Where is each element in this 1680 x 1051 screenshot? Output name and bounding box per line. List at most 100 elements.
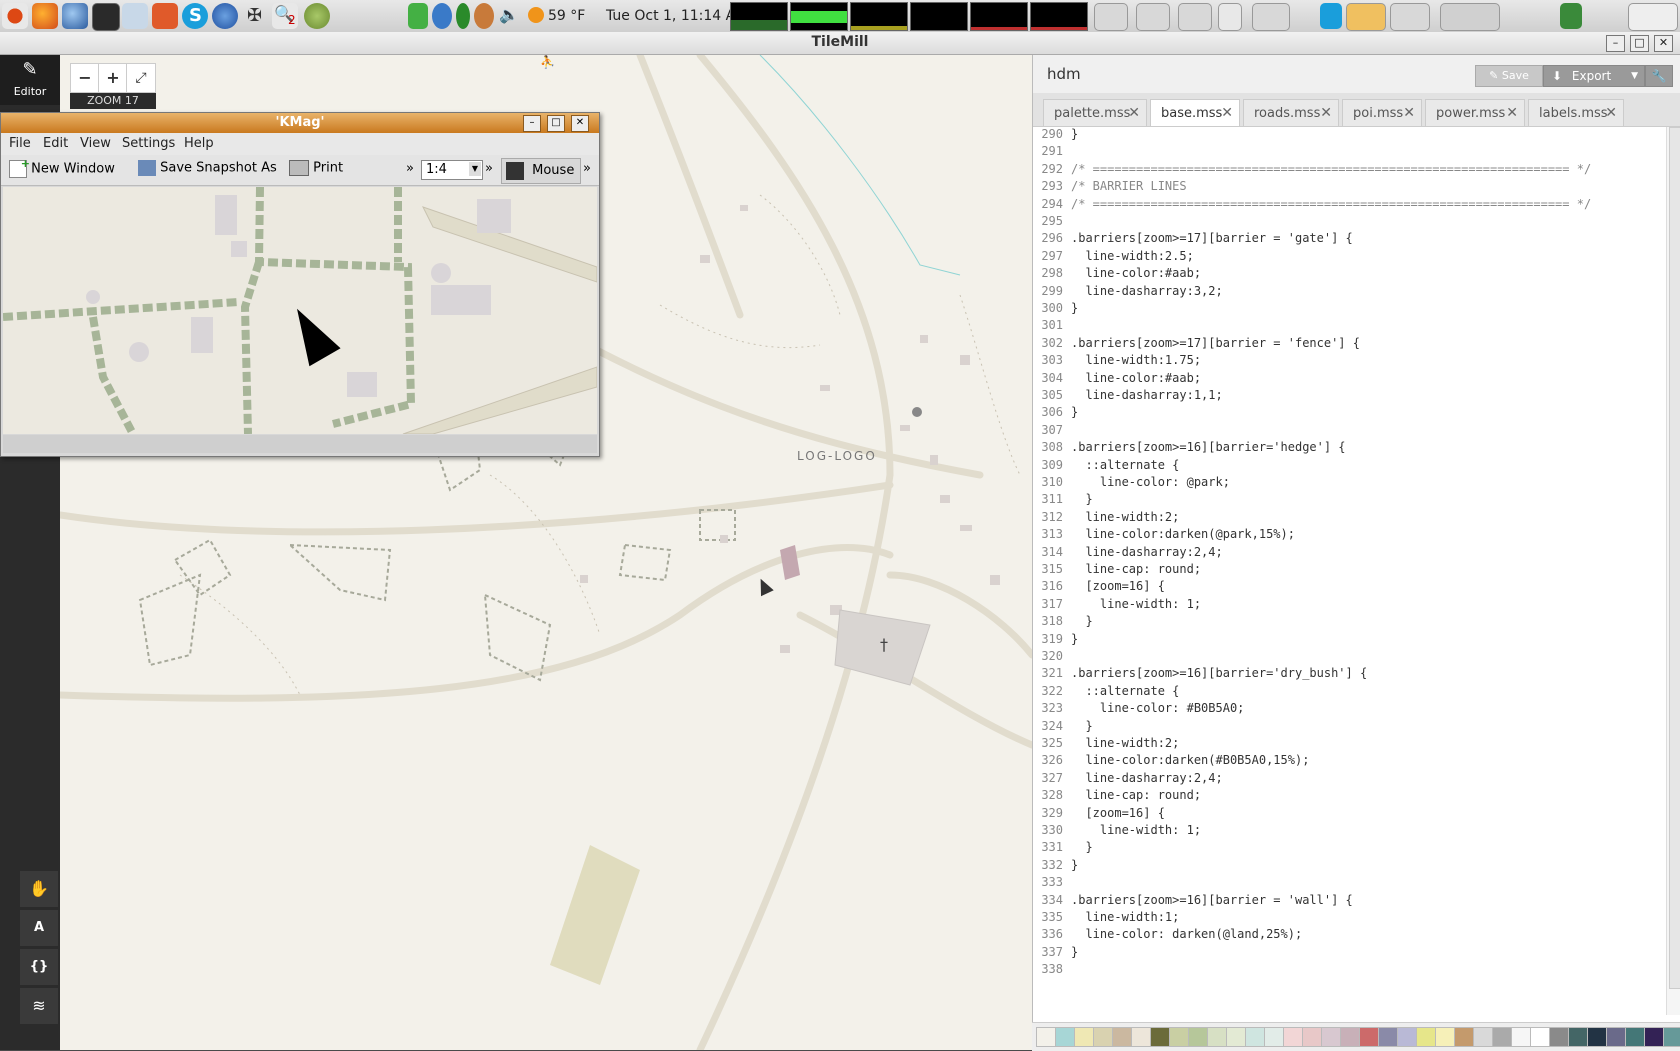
weather-text[interactable]: 59 °F <box>548 8 585 24</box>
color-swatch[interactable] <box>1435 1027 1455 1047</box>
clock-text[interactable]: Tue Oct 1, 11:14 AM <box>606 8 747 24</box>
settings-icon[interactable] <box>474 3 494 29</box>
color-swatch[interactable] <box>1093 1027 1113 1047</box>
code-line[interactable]: /* =====================================… <box>1071 162 1591 176</box>
swap-graph[interactable] <box>910 2 968 31</box>
color-swatch[interactable] <box>1074 1027 1094 1047</box>
wrench-button[interactable]: 🔧 <box>1645 65 1673 87</box>
window-thumb-icon[interactable] <box>1094 3 1128 31</box>
code-line[interactable]: } <box>1071 945 1078 959</box>
minimize-button[interactable]: – <box>1606 35 1625 52</box>
code-line[interactable]: [zoom=16] { <box>1071 579 1164 593</box>
code-line[interactable]: line-dasharray:3,2; <box>1071 284 1222 298</box>
tab-palette[interactable]: palette.mss ✕ <box>1043 99 1147 126</box>
code-line[interactable]: .barriers[zoom>=16][barrier='dry_bush'] … <box>1071 666 1367 680</box>
color-swatch[interactable] <box>1663 1027 1680 1047</box>
code-line[interactable]: .barriers[zoom>=16][barrier='hedge'] { <box>1071 440 1346 454</box>
terminal-icon[interactable] <box>92 3 120 31</box>
code-line[interactable]: line-color:#aab; <box>1071 371 1201 385</box>
mouse-mode-button[interactable]: Mouse <box>501 158 582 184</box>
scrollbar-thumb[interactable] <box>1669 127 1680 989</box>
color-swatch[interactable] <box>1492 1027 1512 1047</box>
color-swatch[interactable] <box>1264 1027 1284 1047</box>
firefox-window-icon[interactable] <box>1136 3 1170 31</box>
code-line[interactable]: ::alternate { <box>1071 458 1179 472</box>
code-line[interactable]: line-dasharray:1,1; <box>1071 388 1222 402</box>
color-swatch[interactable] <box>1321 1027 1341 1047</box>
tilemill-window-icon[interactable] <box>1252 3 1290 31</box>
zoom-out-button[interactable]: − <box>70 63 100 93</box>
zoom-select[interactable]: 1:4 ▼ <box>421 160 483 180</box>
load-graph[interactable] <box>970 2 1028 31</box>
toolbar-overflow-1[interactable]: » <box>406 161 414 176</box>
maximize-button[interactable]: □ <box>1630 35 1649 52</box>
code-line[interactable]: } <box>1071 719 1092 733</box>
fullscreen-button[interactable]: ⤢ <box>126 63 156 93</box>
code-line[interactable]: line-width:1; <box>1071 910 1179 924</box>
kmag-window[interactable]: 'KMag' – □ ✕ File Edit View Settings Hel… <box>0 112 600 457</box>
tor-icon[interactable] <box>304 3 330 29</box>
color-swatch[interactable] <box>1397 1027 1417 1047</box>
export-button[interactable]: ⬇ Export ▼ <box>1543 65 1645 87</box>
code-line[interactable]: } <box>1071 840 1092 854</box>
magnifier-icon[interactable]: 🔍 2 <box>272 3 298 29</box>
ubuntu-logo-icon[interactable] <box>2 3 28 29</box>
code-line[interactable]: line-color: @park; <box>1071 475 1230 489</box>
code-line[interactable]: .barriers[zoom>=17][barrier = 'fence'] { <box>1071 336 1360 350</box>
hand-tool-button[interactable]: ✋ <box>20 871 58 907</box>
color-swatch[interactable] <box>1150 1027 1170 1047</box>
vivaldi-icon[interactable] <box>152 3 178 29</box>
code-line[interactable]: line-width:2.5; <box>1071 249 1193 263</box>
color-swatch[interactable] <box>1378 1027 1398 1047</box>
tab-roads[interactable]: roads.mss ✕ <box>1243 99 1339 126</box>
code-line[interactable]: .barriers[zoom>=17][barrier = 'gate'] { <box>1071 231 1353 245</box>
kmag-maximize-button[interactable]: □ <box>547 115 565 132</box>
tab-poi[interactable]: poi.mss ✕ <box>1342 99 1422 126</box>
save-button[interactable]: ✎ Save <box>1475 65 1543 87</box>
browser-icon[interactable] <box>212 3 238 29</box>
close-tab-icon[interactable]: ✕ <box>1403 100 1415 127</box>
code-line[interactable]: line-color: darken(@land,25%); <box>1071 927 1302 941</box>
files-window-icon[interactable] <box>1346 3 1386 31</box>
color-swatch[interactable] <box>1131 1027 1151 1047</box>
code-line[interactable]: line-color:#aab; <box>1071 266 1201 280</box>
cpu-graph[interactable] <box>730 2 788 31</box>
color-swatch[interactable] <box>1169 1027 1189 1047</box>
color-swatch[interactable] <box>1549 1027 1569 1047</box>
workspace-icon[interactable] <box>1440 3 1500 31</box>
code-line[interactable]: /* =====================================… <box>1071 197 1591 211</box>
windmill-icon[interactable]: ✠ <box>242 3 268 29</box>
code-line[interactable]: } <box>1071 405 1078 419</box>
code-line[interactable]: line-color:darken(@park,15%); <box>1071 527 1295 541</box>
color-swatch[interactable] <box>1036 1027 1056 1047</box>
code-line[interactable]: .barriers[zoom>=16][barrier = 'wall'] { <box>1071 893 1353 907</box>
skype-window-icon[interactable] <box>1320 3 1342 29</box>
color-swatch[interactable] <box>1568 1027 1588 1047</box>
close-tab-icon[interactable]: ✕ <box>1221 100 1233 127</box>
color-swatch[interactable] <box>1302 1027 1322 1047</box>
print-button[interactable]: Print <box>289 160 343 180</box>
carto-tool-button[interactable]: {} <box>20 949 58 985</box>
disk-graph[interactable] <box>1030 2 1088 31</box>
desktop-switch-icon[interactable] <box>1628 3 1678 31</box>
close-tab-icon[interactable]: ✕ <box>1320 100 1332 127</box>
editor-scrollbar[interactable] <box>1666 127 1680 1015</box>
code-line[interactable]: line-dasharray:2,4; <box>1071 545 1222 559</box>
code-line[interactable]: } <box>1071 614 1092 628</box>
close-tab-icon[interactable]: ✕ <box>1605 100 1617 127</box>
color-swatch[interactable] <box>1055 1027 1075 1047</box>
volume-icon[interactable]: 🔈 <box>498 3 519 29</box>
thunderbird-icon[interactable] <box>62 3 88 29</box>
network-icon[interactable] <box>122 3 148 29</box>
code-line[interactable]: } <box>1071 492 1092 506</box>
color-swatch[interactable] <box>1207 1027 1227 1047</box>
menu-settings[interactable]: Settings <box>122 136 175 151</box>
leaf-icon[interactable] <box>456 3 470 29</box>
color-swatch[interactable] <box>1606 1027 1626 1047</box>
code-line[interactable]: line-color: #B0B5A0; <box>1071 701 1245 715</box>
color-swatch[interactable] <box>1226 1027 1246 1047</box>
save-snapshot-button[interactable]: Save Snapshot As <box>138 160 277 180</box>
code-line[interactable]: /* BARRIER LINES <box>1071 179 1187 193</box>
kmag-window-icon[interactable] <box>1178 3 1212 31</box>
code-line[interactable]: line-width:1.75; <box>1071 353 1201 367</box>
